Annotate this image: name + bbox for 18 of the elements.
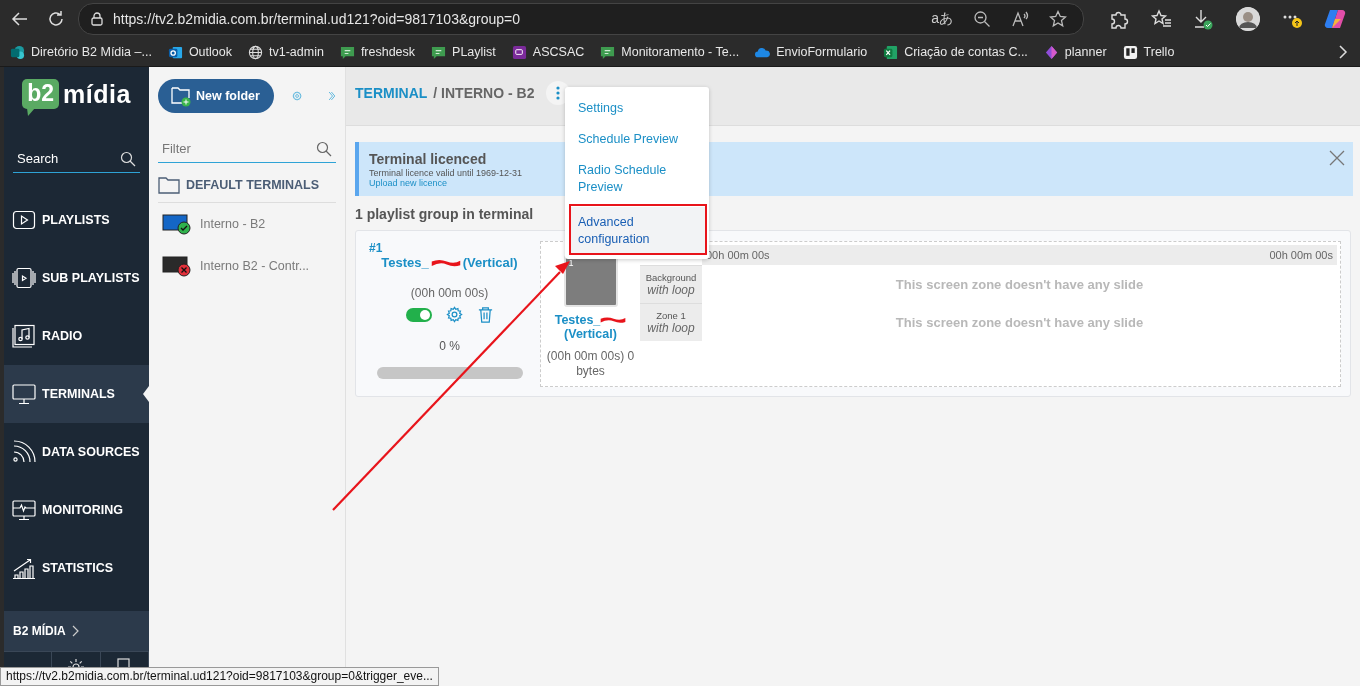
empty-zone-message: This screen zone doesn't have any slide: [895, 276, 1144, 292]
status-url-tooltip: https://tv2.b2midia.com.br/terminal.ud121?oid=9817103&group=0&trigger_eve...: [0, 667, 439, 686]
empty-zone-message: This screen zone doesn't have any slide: [895, 314, 1144, 330]
breadcrumb-current: / INTERNO - B2: [433, 85, 535, 101]
zone-name: Zone 1: [656, 310, 686, 321]
logo-text: mídia: [63, 79, 131, 109]
playlist-info: (00h 00m 00s) 0 bytes: [545, 349, 636, 379]
timeline-end: 00h 00m 00s: [1269, 249, 1333, 261]
progress-label: 0 %: [439, 339, 460, 353]
thumbnail-number: 1: [568, 258, 574, 268]
group-count: 1 playlist group in terminal: [355, 206, 534, 222]
zone-mode: with loop: [647, 321, 695, 335]
group-duration: (00h 00m 00s): [410, 286, 489, 300]
zone-name: Background: [645, 272, 697, 283]
alert-text: Terminal licence valid until 1969-12-31: [369, 168, 523, 178]
group-number: #1: [369, 241, 383, 255]
zone-mode: with loop: [647, 283, 695, 297]
alert-title: Terminal licenced: [369, 151, 488, 167]
